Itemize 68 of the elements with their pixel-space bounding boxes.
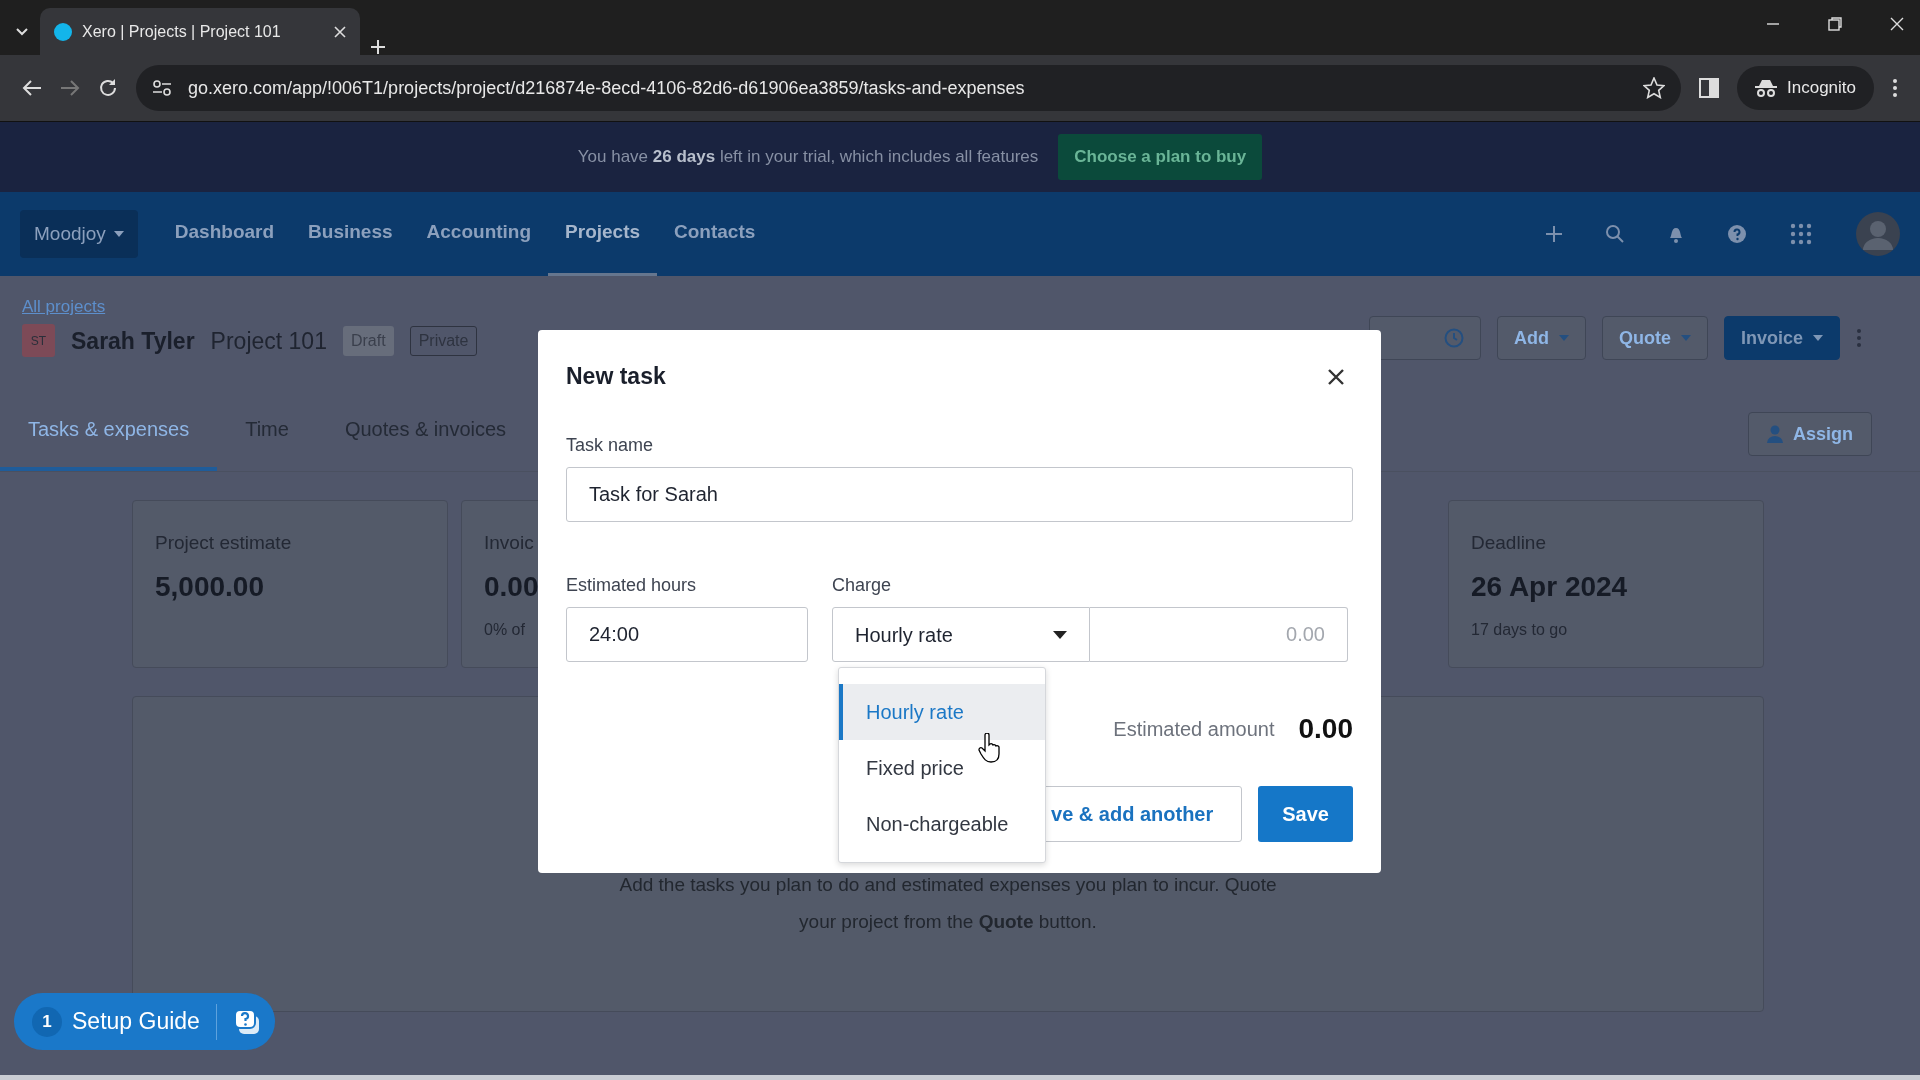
setup-guide-button[interactable]: 1 Setup Guide — [14, 993, 275, 1050]
choose-plan-button[interactable]: Choose a plan to buy — [1058, 134, 1263, 180]
plus-icon[interactable] — [1546, 226, 1562, 242]
caret-icon — [1053, 630, 1067, 639]
estimated-amount-label: Estimated amount — [1113, 717, 1275, 742]
nav-link[interactable]: Contacts — [657, 192, 773, 276]
caret-icon — [113, 231, 124, 237]
dialog-title: New task — [566, 361, 666, 391]
caret-icon — [1813, 335, 1823, 341]
rate-field[interactable]: 0.00 — [1090, 607, 1348, 662]
card-value: 0.00 — [484, 569, 539, 604]
address-bar[interactable]: go.xero.com/app/!006T1/projects/project/d216874e-8ecd-4106-82d6-d61906ea3859/tasks-and-expenses — [136, 65, 1681, 111]
new-tab-icon[interactable] — [370, 39, 386, 55]
close-icon — [1327, 367, 1345, 386]
invoice-button[interactable]: Invoice — [1723, 316, 1840, 360]
caret-icon — [1558, 335, 1569, 341]
app-grid-icon[interactable] — [1790, 223, 1812, 245]
client-name: Sarah Tyler — [71, 326, 195, 356]
browser-tab[interactable]: Xero | Projects | Project 101 — [40, 8, 360, 55]
nav-link[interactable]: Accounting — [409, 192, 549, 276]
url-text: go.xero.com/app/!006T1/projects/project/d216874e-8ecd-4106-82d6-d61906ea3859/tasks-and-expenses — [188, 76, 1026, 100]
task-name-field[interactable]: Task for Sarah — [566, 467, 1353, 522]
site-favicon-icon — [54, 22, 72, 41]
close-icon[interactable] — [1890, 16, 1904, 31]
client-initials: ST — [22, 324, 55, 358]
tab-title: Xero | Projects | Project 101 — [82, 21, 282, 42]
nav-link[interactable]: Dashboard — [157, 192, 292, 276]
organisation-menu[interactable]: Moodjoy — [20, 209, 138, 259]
forward-icon[interactable] — [60, 79, 80, 97]
hand-cursor-icon — [978, 733, 1000, 763]
restore-icon[interactable] — [1828, 16, 1842, 31]
assign-button[interactable]: Assign — [1748, 412, 1872, 456]
card-value: 26 Apr 2024 — [1471, 569, 1628, 604]
dropdown-button[interactable]: Add — [1496, 316, 1586, 360]
empty-state-text: Add the tasks you plan to do and estimated expenses you plan to incur. Quote — [619, 873, 1277, 897]
clock-icon — [1443, 328, 1464, 348]
empty-state-text: your project from the Quote button. — [799, 909, 1097, 934]
nav-link[interactable]: Business — [291, 192, 410, 276]
field-label: Task name — [566, 434, 655, 457]
kebab-menu-icon[interactable] — [1892, 78, 1898, 98]
close-icon[interactable] — [334, 25, 346, 38]
incognito-icon — [1755, 79, 1777, 97]
card-value: 5,000.00 — [155, 569, 264, 604]
bell-icon[interactable] — [1668, 225, 1684, 243]
charge-select[interactable]: Hourly rate — [832, 607, 1090, 662]
tab[interactable]: Tasks & expenses — [0, 390, 218, 471]
trial-message: You have 26 days left in your trial, which includes all features — [577, 146, 1039, 169]
save-button[interactable]: Save — [1258, 786, 1353, 842]
star-icon[interactable] — [1643, 77, 1665, 99]
side-panel-icon[interactable] — [1699, 78, 1719, 98]
project-name: Project 101 — [210, 326, 327, 356]
reload-icon[interactable] — [98, 78, 118, 98]
field-label: Estimated hours — [566, 574, 698, 597]
help-icon[interactable] — [1728, 225, 1746, 243]
search-icon[interactable] — [1606, 225, 1624, 243]
field-label: Charge — [832, 574, 893, 597]
person-icon — [1767, 425, 1783, 443]
incognito-badge[interactable]: Incognito — [1737, 66, 1874, 110]
site-settings-icon — [152, 79, 172, 97]
back-icon[interactable] — [22, 79, 42, 97]
dropdown-button[interactable]: Quote — [1601, 316, 1708, 360]
caret-icon — [1680, 335, 1691, 341]
breadcrumb-link[interactable]: All projects — [22, 297, 106, 316]
time-button[interactable] — [1368, 316, 1481, 360]
dropdown-option[interactable]: Hourly rate — [839, 684, 1045, 740]
estimated-amount-value: 0.00 — [1298, 712, 1353, 746]
hours-field[interactable]: 24:00 — [566, 607, 808, 662]
nav-link[interactable]: Projects — [548, 192, 658, 276]
